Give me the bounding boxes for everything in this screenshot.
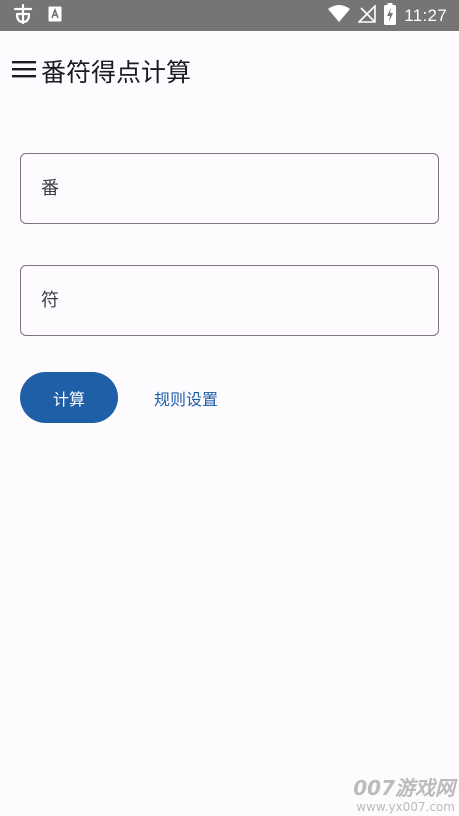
- no-signal-icon: [357, 3, 377, 27]
- page-title: 番符得点计算: [41, 58, 192, 87]
- status-time: 11:27: [404, 5, 447, 25]
- fan-field[interactable]: [20, 153, 439, 224]
- fan-input[interactable]: [41, 178, 438, 199]
- wifi-icon: [328, 4, 351, 27]
- hamburger-menu-icon: [12, 60, 36, 82]
- fu-field[interactable]: [20, 265, 439, 336]
- status-bar: 11:27: [0, 0, 459, 31]
- bug-icon: [12, 3, 34, 29]
- calculate-button[interactable]: 计算: [20, 372, 118, 423]
- battery-charging-icon: [384, 2, 397, 29]
- watermark: 007游戏网 www.yx007.com: [353, 776, 455, 814]
- a-notification-icon: [48, 6, 62, 26]
- watermark-url: www.yx007.com: [356, 800, 455, 814]
- rules-settings-button[interactable]: 规则设置: [140, 372, 232, 423]
- menu-button[interactable]: [4, 51, 44, 91]
- watermark-main: 007游戏网: [353, 776, 455, 800]
- app-bar: 番符得点计算: [0, 31, 459, 111]
- fu-input[interactable]: [41, 290, 438, 311]
